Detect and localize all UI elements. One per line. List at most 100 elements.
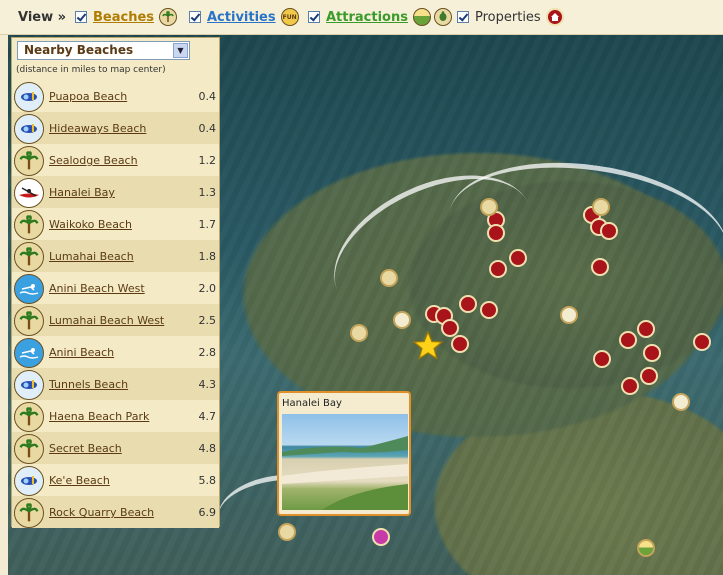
property-marker[interactable] xyxy=(593,350,611,368)
activity-icon[interactable] xyxy=(672,393,690,411)
palm-tree-icon xyxy=(14,242,44,272)
palm-tree-icon[interactable] xyxy=(278,523,296,541)
filter-activities[interactable]: Activities FUN xyxy=(189,7,299,27)
attraction-icon[interactable] xyxy=(372,528,390,546)
beach-distance: 6.9 xyxy=(198,506,217,519)
golf-icon[interactable] xyxy=(393,311,411,329)
palm-tree-icon xyxy=(159,8,178,26)
map-center-star-icon xyxy=(413,331,443,360)
beach-distance: 2.5 xyxy=(198,314,217,327)
map-popup[interactable]: Hanalei Bay xyxy=(277,391,411,516)
beach-name[interactable]: Anini Beach xyxy=(49,346,114,359)
distance-note: (distance in miles to map center) xyxy=(16,65,166,75)
filter-bar: View » Beaches Activities FUN Attraction… xyxy=(0,0,723,35)
beach-name[interactable]: Sealodge Beach xyxy=(49,154,138,167)
dropdown-value: Nearby Beaches xyxy=(24,43,134,57)
property-marker[interactable] xyxy=(509,249,527,267)
palm-tree-icon[interactable] xyxy=(380,269,398,287)
beach-distance: 2.8 xyxy=(198,346,217,359)
beach-name[interactable]: Waikoko Beach xyxy=(49,218,132,231)
beach-distance: 4.8 xyxy=(198,442,217,455)
snorkel-icon xyxy=(14,82,44,112)
beach-row[interactable]: Sealodge Beach 1.2 xyxy=(12,144,219,176)
palm-tree-icon xyxy=(14,210,44,240)
property-marker[interactable] xyxy=(591,258,609,276)
property-marker[interactable] xyxy=(637,320,655,338)
beaches-checkbox[interactable] xyxy=(75,11,87,23)
beach-distance: 1.8 xyxy=(198,250,217,263)
property-marker[interactable] xyxy=(621,377,639,395)
property-marker[interactable] xyxy=(693,333,711,351)
beach-name[interactable]: Rock Quarry Beach xyxy=(49,506,154,519)
beach-row[interactable]: Lumahai Beach 1.8 xyxy=(12,240,219,272)
filter-beaches[interactable]: Beaches xyxy=(75,7,178,27)
filter-attractions[interactable]: Attractions xyxy=(308,7,452,27)
golf-icon[interactable] xyxy=(560,306,578,324)
property-marker[interactable] xyxy=(451,335,469,353)
beach-name[interactable]: Anini Beach West xyxy=(49,282,145,295)
house-icon xyxy=(545,8,564,26)
beach-row[interactable]: Lumahai Beach West 2.5 xyxy=(12,304,219,336)
palm-tree-icon xyxy=(14,146,44,176)
beaches-link[interactable]: Beaches xyxy=(93,10,154,25)
beach-name[interactable]: Tunnels Beach xyxy=(49,378,128,391)
beach-distance: 1.3 xyxy=(198,186,217,199)
popup-title: Hanalei Bay xyxy=(282,398,342,409)
palm-tree-icon xyxy=(14,402,44,432)
attractions-link[interactable]: Attractions xyxy=(326,10,408,25)
palm-tree-icon[interactable] xyxy=(350,324,368,342)
property-marker[interactable] xyxy=(640,367,658,385)
palm-tree-icon xyxy=(14,306,44,336)
snorkel-icon xyxy=(14,466,44,496)
nearby-type-dropdown[interactable]: Nearby Beaches ▼ xyxy=(17,41,190,60)
filter-properties[interactable]: Properties xyxy=(457,7,564,27)
beach-row[interactable]: Rock Quarry Beach 6.9 xyxy=(12,496,219,528)
kayak-icon xyxy=(14,178,44,208)
landscape-icon xyxy=(412,8,431,26)
beach-distance: 5.8 xyxy=(198,474,217,487)
property-marker[interactable] xyxy=(487,224,505,242)
swimmer-icon xyxy=(14,274,44,304)
beach-row[interactable]: Ke'e Beach 5.8 xyxy=(12,464,219,496)
beach-name[interactable]: Hideaways Beach xyxy=(49,122,146,135)
activities-checkbox[interactable] xyxy=(189,11,201,23)
palm-tree-icon[interactable] xyxy=(480,198,498,216)
beach-name[interactable]: Ke'e Beach xyxy=(49,474,110,487)
beach-distance: 4.3 xyxy=(198,378,217,391)
property-marker[interactable] xyxy=(480,301,498,319)
beach-row[interactable]: Secret Beach 4.8 xyxy=(12,432,219,464)
attractions-checkbox[interactable] xyxy=(308,11,320,23)
beach-name[interactable]: Lumahai Beach West xyxy=(49,314,164,327)
properties-checkbox[interactable] xyxy=(457,11,469,23)
beach-row[interactable]: Hanalei Bay 1.3 xyxy=(12,176,219,208)
landscape-icon[interactable] xyxy=(637,539,655,557)
swimmer-icon xyxy=(14,338,44,368)
chevron-down-icon[interactable]: ▼ xyxy=(173,43,188,58)
beach-row[interactable]: Anini Beach 2.8 xyxy=(12,336,219,368)
property-marker[interactable] xyxy=(441,319,459,337)
beach-row[interactable]: Anini Beach West 2.0 xyxy=(12,272,219,304)
property-marker[interactable] xyxy=(489,260,507,278)
activities-link[interactable]: Activities xyxy=(207,10,276,25)
palm-tree-icon xyxy=(14,498,44,528)
palm-tree-icon[interactable] xyxy=(592,198,610,216)
beach-name[interactable]: Lumahai Beach xyxy=(49,250,134,263)
beach-row[interactable]: Puapoa Beach 0.4 xyxy=(12,80,219,112)
beach-photo[interactable] xyxy=(282,414,408,510)
beach-distance: 0.4 xyxy=(198,90,217,103)
beach-row[interactable]: Tunnels Beach 4.3 xyxy=(12,368,219,400)
beach-name[interactable]: Puapoa Beach xyxy=(49,90,127,103)
beach-row[interactable]: Haena Beach Park 4.7 xyxy=(12,400,219,432)
property-marker[interactable] xyxy=(619,331,637,349)
beach-name[interactable]: Secret Beach xyxy=(49,442,122,455)
property-marker[interactable] xyxy=(643,344,661,362)
property-marker[interactable] xyxy=(600,222,618,240)
property-marker[interactable] xyxy=(459,295,477,313)
properties-label[interactable]: Properties xyxy=(475,10,541,25)
palm-tree-icon xyxy=(14,434,44,464)
turtle-icon xyxy=(433,8,452,26)
beach-row[interactable]: Hideaways Beach 0.4 xyxy=(12,112,219,144)
beach-name[interactable]: Haena Beach Park xyxy=(49,410,149,423)
beach-name[interactable]: Hanalei Bay xyxy=(49,186,115,199)
beach-row[interactable]: Waikoko Beach 1.7 xyxy=(12,208,219,240)
